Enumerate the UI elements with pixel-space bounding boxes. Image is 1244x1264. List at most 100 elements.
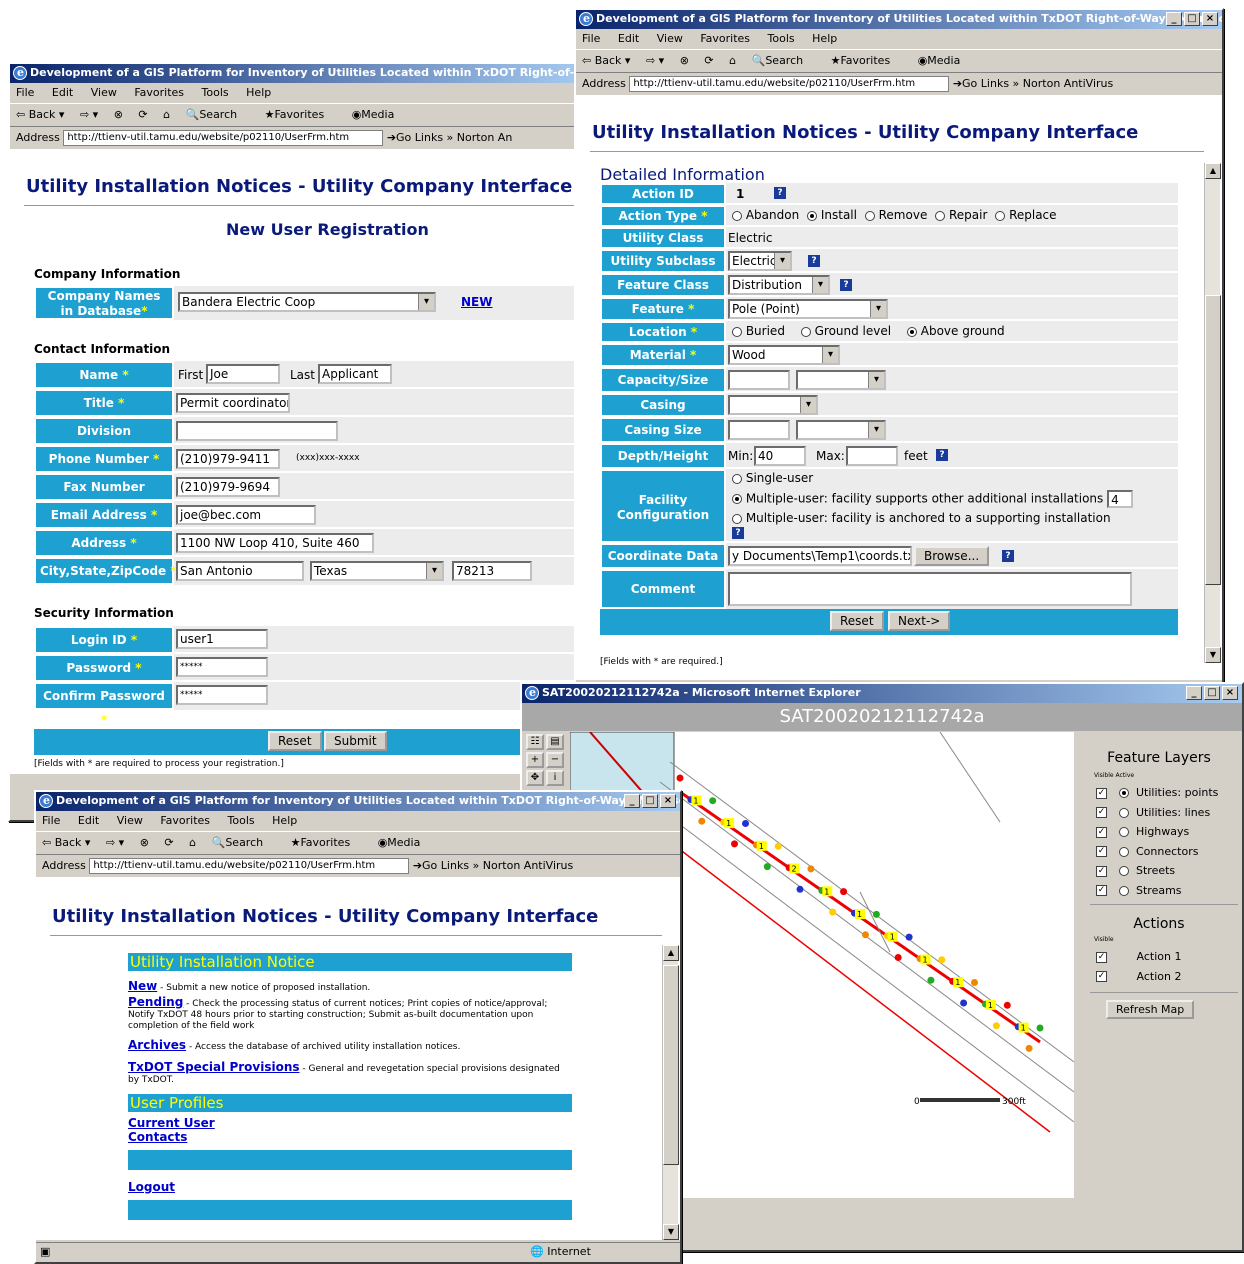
material-select[interactable]: Wood <box>728 345 840 365</box>
last-name-input[interactable]: Applicant <box>318 364 392 384</box>
refresh-map-button[interactable]: Refresh Map <box>1106 1000 1195 1019</box>
contacts-link[interactable]: Contacts <box>128 1130 187 1144</box>
casing-select[interactable] <box>728 395 818 415</box>
utility-point[interactable] <box>774 842 782 850</box>
utility-point[interactable] <box>676 774 684 782</box>
vertical-scrollbar[interactable]: ▲ ▼ <box>1204 163 1221 663</box>
norton-button[interactable]: Norton An <box>457 131 513 144</box>
utility-point[interactable] <box>1025 1044 1033 1052</box>
layer-active-radio[interactable] <box>1118 788 1129 798</box>
stop-icon[interactable]: ⊗ <box>114 108 123 121</box>
forward-button[interactable]: ⇨ ▾ <box>646 54 664 67</box>
txdot-provisions-link[interactable]: TxDOT Special Provisions <box>128 1060 300 1074</box>
utility-point[interactable] <box>763 863 771 871</box>
radio-multi-user-anchored[interactable] <box>732 513 742 524</box>
coord-input[interactable]: y Documents\Temp1\coords.txt <box>728 546 912 566</box>
home-icon[interactable]: ⌂ <box>189 836 196 849</box>
layer-active-radio[interactable] <box>1118 807 1129 818</box>
layer-visible-checkbox[interactable]: ✓ <box>1096 865 1107 877</box>
radio-ground-level[interactable] <box>800 326 811 337</box>
vertical-scrollbar[interactable]: ▲ ▼ <box>662 945 679 1240</box>
new-notice-link[interactable]: New <box>128 979 157 993</box>
menu-help[interactable]: Help <box>272 814 297 827</box>
layer-visible-checkbox[interactable]: ✓ <box>1096 846 1107 857</box>
back-button[interactable]: ⇦ Back ▾ <box>42 836 90 849</box>
help-icon[interactable]: ? <box>1002 550 1014 562</box>
home-icon[interactable]: ⌂ <box>729 54 736 67</box>
capacity-input[interactable] <box>728 370 790 390</box>
utility-point[interactable] <box>1003 1001 1011 1009</box>
feature-select[interactable]: Pole (Point) <box>728 299 888 319</box>
layer-visible-checkbox[interactable]: ✓ <box>1096 807 1107 818</box>
address-input[interactable]: 1100 NW Loop 410, Suite 460 <box>176 533 374 553</box>
radio-buried[interactable] <box>732 326 742 337</box>
layer-active-radio[interactable] <box>1118 885 1129 896</box>
reset-button[interactable]: Reset <box>268 731 322 751</box>
legend-icon[interactable]: ☷ <box>526 734 544 750</box>
utility-point[interactable] <box>938 956 946 964</box>
back-button[interactable]: ⇦ Back ▾ <box>16 108 64 121</box>
menu-favorites[interactable]: Favorites <box>134 86 184 99</box>
refresh-icon[interactable]: ⟳ <box>704 54 713 67</box>
help-icon[interactable]: ? <box>732 527 744 539</box>
scroll-up-icon[interactable]: ▲ <box>663 945 679 961</box>
password-input[interactable]: ***** <box>176 657 268 677</box>
company-select[interactable]: Bandera Electric Coop <box>178 292 436 312</box>
menu-file[interactable]: File <box>582 32 600 45</box>
help-icon[interactable]: ? <box>774 187 786 199</box>
additional-installations-input[interactable]: 4 <box>1107 490 1134 508</box>
help-icon[interactable]: ? <box>840 279 852 291</box>
refresh-icon[interactable]: ⟳ <box>138 108 147 121</box>
favorites-button[interactable]: ★Favorites <box>291 836 363 849</box>
phone-input[interactable]: (210)979-9411 <box>176 449 280 469</box>
norton-button[interactable]: Norton AntiVirus <box>1023 77 1113 90</box>
utility-point[interactable] <box>894 954 902 961</box>
title-input[interactable]: Permit coordinator <box>176 393 290 413</box>
feature-class-select[interactable]: Distribution <box>728 275 830 295</box>
scroll-thumb[interactable] <box>1205 295 1221 585</box>
help-icon[interactable]: ? <box>936 449 948 461</box>
utility-point[interactable] <box>840 888 848 896</box>
stop-icon[interactable]: ⊗ <box>140 836 149 849</box>
address-input[interactable]: http://ttienv-util.tamu.edu/website/p021… <box>629 76 950 92</box>
help-icon[interactable]: ? <box>808 255 820 267</box>
menu-tools[interactable]: Tools <box>228 814 255 827</box>
minimize-button[interactable]: _ <box>624 794 640 808</box>
stop-icon[interactable]: ⊗ <box>680 54 689 67</box>
next-button[interactable]: Next-> <box>888 611 951 631</box>
utility-point[interactable] <box>807 865 815 873</box>
menu-view[interactable]: View <box>91 86 117 99</box>
browse-button[interactable]: Browse... <box>914 546 990 566</box>
favorites-button[interactable]: ★Favorites <box>265 108 337 121</box>
go-button[interactable]: ➔Go <box>413 859 437 872</box>
menu-favorites[interactable]: Favorites <box>160 814 210 827</box>
maximize-button[interactable]: □ <box>642 794 658 808</box>
menu-tools[interactable]: Tools <box>202 86 229 99</box>
subclass-select[interactable]: Electric <box>728 251 792 271</box>
archives-link[interactable]: Archives <box>128 1038 186 1052</box>
zip-input[interactable]: 78213 <box>452 561 532 581</box>
menu-view[interactable]: View <box>117 814 143 827</box>
menu-help[interactable]: Help <box>246 86 271 99</box>
radio-above-ground[interactable] <box>906 326 917 337</box>
forward-button[interactable]: ⇨ ▾ <box>106 836 124 849</box>
search-button[interactable]: 🔍Search <box>212 836 276 849</box>
confirm-input[interactable]: ***** <box>176 685 268 705</box>
menu-edit[interactable]: Edit <box>618 32 639 45</box>
links-button[interactable]: Links <box>441 859 469 872</box>
max-input[interactable] <box>846 446 898 466</box>
capacity-unit-select[interactable] <box>796 370 886 390</box>
utility-point[interactable] <box>872 910 880 918</box>
menu-edit[interactable]: Edit <box>78 814 99 827</box>
menu-favorites[interactable]: Favorites <box>700 32 750 45</box>
utility-point[interactable] <box>971 979 978 986</box>
links-button[interactable]: Links <box>415 131 443 144</box>
radio-repair[interactable] <box>935 210 946 221</box>
radio-abandon[interactable] <box>732 210 742 221</box>
action-visible-checkbox[interactable]: ✓ <box>1096 951 1107 963</box>
login-input[interactable]: user1 <box>176 629 268 649</box>
pending-link[interactable]: Pending <box>128 995 183 1009</box>
address-input[interactable]: http://ttienv-util.tamu.edu/website/p021… <box>63 130 384 146</box>
layer-visible-checkbox[interactable]: ✓ <box>1096 826 1107 838</box>
scroll-down-icon[interactable]: ▼ <box>1205 647 1221 663</box>
